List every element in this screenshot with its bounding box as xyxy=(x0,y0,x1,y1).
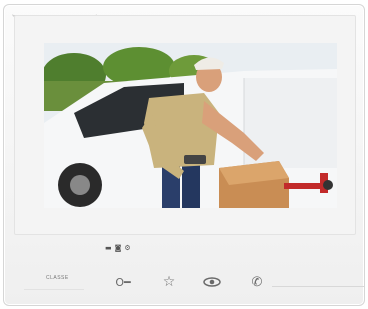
bottom-line xyxy=(24,289,84,290)
status-indicators: ▬ ◙ ⚙ xyxy=(105,244,131,252)
camera-cycle-button[interactable] xyxy=(200,273,224,291)
star-icon: ☆ xyxy=(162,274,176,290)
mic-icon: ▬ xyxy=(105,244,112,252)
door-lock-button[interactable]: O━ xyxy=(110,273,136,291)
key-icon: O━ xyxy=(115,275,131,289)
brand-label: Classe xyxy=(46,275,69,281)
intercom-device: ▬ ◙ ⚙ Classe O━ ☆ ✆ xyxy=(3,4,365,306)
video-feed-image xyxy=(44,43,337,208)
eye-icon xyxy=(203,277,221,287)
phone-icon: ✆ xyxy=(251,274,263,290)
speaker-icon: ◙ xyxy=(114,244,122,252)
settings-icon: ⚙ xyxy=(124,244,131,252)
call-button-line xyxy=(272,286,364,287)
favorite-button[interactable]: ☆ xyxy=(158,273,180,291)
answer-call-button[interactable]: ✆ xyxy=(247,273,267,291)
video-feed xyxy=(44,43,337,208)
